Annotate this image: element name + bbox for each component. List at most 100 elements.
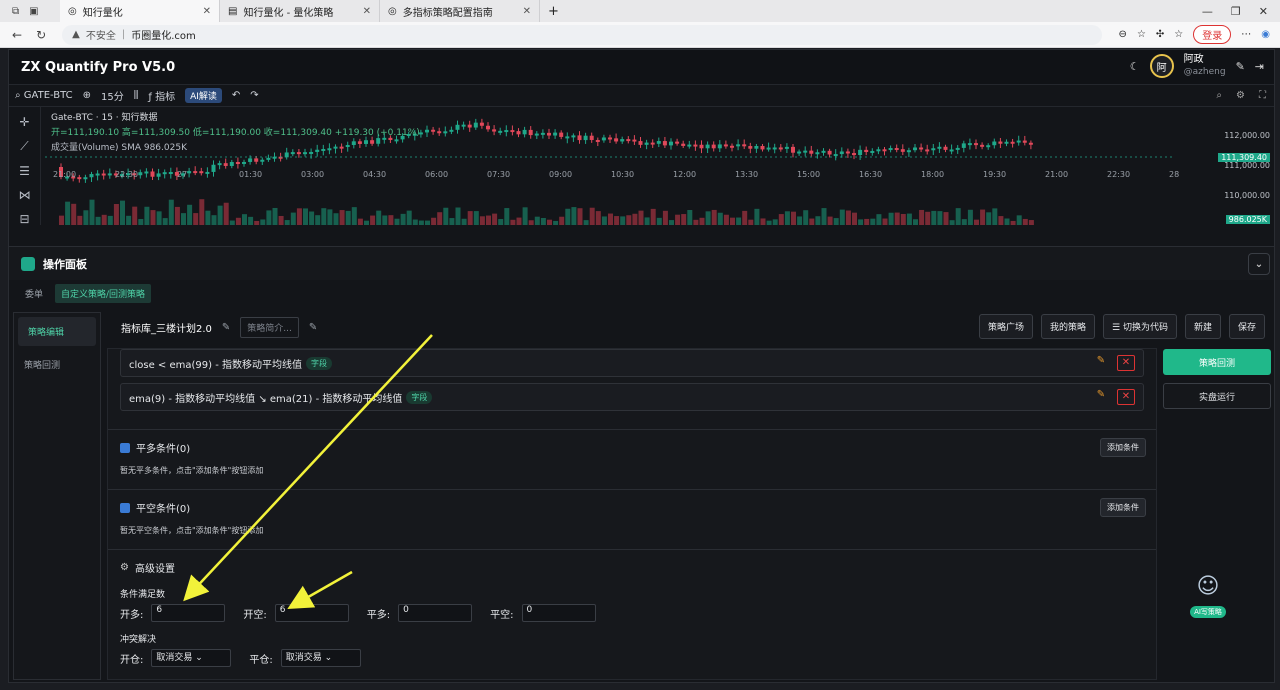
browser-tab-1[interactable]: ◎ 知行量化 ✕ — [60, 0, 220, 22]
close-short-input[interactable]: 0 — [521, 604, 596, 622]
volume-bar — [992, 208, 998, 225]
candle — [839, 151, 844, 155]
globe-icon: ◎ — [388, 5, 397, 17]
close-tab-icon[interactable]: ✕ — [523, 6, 531, 17]
volume-bar — [492, 213, 498, 225]
edit-intro-icon[interactable]: ✎ — [309, 322, 317, 333]
ai-strategy-label: AI写策略 — [1190, 606, 1226, 618]
open-conflict-select[interactable]: 取消交易 ⌄ — [151, 649, 232, 667]
url-field[interactable]: ▲ 不安全 | 币圈量化.com — [62, 24, 1103, 45]
redo-icon[interactable]: ↷ — [250, 90, 258, 101]
open-conflict-label: 开仓: — [120, 654, 144, 666]
edit-name-icon[interactable]: ✎ — [222, 322, 230, 333]
fullscreen-icon[interactable]: ⛶ — [1259, 90, 1266, 101]
more-icon[interactable]: ⋯ — [1241, 29, 1251, 40]
close-long-input[interactable]: 0 — [398, 604, 473, 622]
back-icon[interactable]: ← — [12, 28, 22, 42]
collapse-button[interactable]: ⌄ — [1248, 253, 1270, 275]
ai-strategy-widget[interactable]: ☺ AI写策略 — [1186, 574, 1230, 618]
crosshair-icon[interactable]: ✛ — [19, 115, 29, 129]
interval-select[interactable]: 15分 — [101, 88, 124, 103]
minimize-icon[interactable]: — — [1202, 5, 1213, 18]
extensions-icon[interactable]: ✣ — [1156, 29, 1164, 40]
close-conflict-select[interactable]: 取消交易 ⌄ — [280, 649, 361, 667]
edit-condition-icon[interactable]: ✎ — [1093, 389, 1109, 405]
volume-bar — [187, 204, 193, 225]
candle — [815, 152, 820, 155]
candle — [626, 139, 631, 142]
browser-tab-2[interactable]: ▤ 知行量化 - 量化策略 ✕ — [220, 0, 380, 22]
volume-bar — [595, 211, 601, 225]
delete-condition-icon[interactable]: ✕ — [1117, 389, 1135, 405]
close-tab-icon[interactable]: ✕ — [363, 6, 371, 17]
volume-bar — [784, 211, 790, 225]
condition-row[interactable]: close < ema(99) - 指数移动平均线值 字段 ✎ ✕ — [120, 349, 1144, 377]
candle-type-icon[interactable]: ⫼ — [134, 90, 139, 101]
copilot-icon[interactable]: ◉ — [1261, 29, 1270, 40]
symbol-search[interactable]: ⌕ GATE-BTC — [15, 90, 73, 101]
volume-bar — [443, 207, 449, 225]
candle — [980, 144, 985, 147]
close-window-icon[interactable]: ✕ — [1259, 5, 1268, 18]
candle — [650, 142, 655, 145]
tab-custom-strategy[interactable]: 自定义策略/回测策略 — [55, 283, 152, 303]
new-button[interactable]: 新建 — [1184, 314, 1221, 339]
read-aloud-icon[interactable]: ⊖ — [1119, 29, 1127, 40]
candle — [266, 157, 271, 160]
my-strategies-button[interactable]: 我的策略 — [1041, 314, 1096, 339]
edit-condition-icon[interactable]: ✎ — [1093, 355, 1109, 371]
ai-analysis-button[interactable]: AI解读 — [185, 88, 222, 103]
add-compare-icon[interactable]: ⊕ — [83, 90, 91, 101]
tab-actions-icon[interactable]: ▣ — [29, 6, 38, 17]
candle — [443, 131, 448, 134]
candle — [1004, 141, 1009, 144]
backtest-button[interactable]: 策略回测 — [1163, 349, 1271, 375]
favorite-icon[interactable]: ☆ — [1137, 29, 1146, 40]
reload-icon[interactable]: ↻ — [36, 28, 46, 42]
volume-bar — [309, 211, 315, 225]
candle — [1022, 140, 1027, 143]
theme-toggle-icon[interactable]: ☾ — [1130, 60, 1140, 73]
tab-orders[interactable]: 委单 — [19, 284, 49, 303]
browser-tab-actions[interactable]: ⧉ ▣ — [0, 6, 60, 17]
workspaces-icon[interactable]: ⧉ — [12, 6, 19, 17]
browser-tab-3[interactable]: ◎ 多指标策略配置指南 ✕ — [380, 0, 540, 22]
switch-to-code-button[interactable]: ☰ 切换为代码 — [1103, 314, 1177, 339]
app-header: ZX Quantify Pro V5.0 ☾ 阿 阿政 @azheng ✎ ⇥ — [9, 50, 1274, 85]
restore-icon[interactable]: ❐ — [1231, 5, 1241, 18]
edit-icon[interactable]: ✎ — [1236, 60, 1245, 73]
conditions-scroll[interactable]: close < ema(99) - 指数移动平均线值 字段 ✎ ✕ ema(9)… — [107, 348, 1157, 680]
live-run-button[interactable]: 实盘运行 — [1163, 383, 1271, 409]
add-condition-button[interactable]: 添加条件 — [1100, 438, 1146, 457]
indicator-button[interactable]: ƒ 指标 — [148, 88, 175, 103]
favorites-bar-icon[interactable]: ☆ — [1174, 29, 1183, 40]
zoom-icon[interactable]: ⌕ — [1216, 90, 1222, 101]
measure-icon[interactable]: ⊟ — [19, 212, 29, 226]
new-tab-icon[interactable]: + — [540, 4, 559, 19]
undo-icon[interactable]: ↶ — [232, 90, 240, 101]
open-short-input[interactable]: 6 — [274, 604, 349, 622]
volume-bar — [723, 214, 729, 225]
settings-icon[interactable]: ⚙ — [1236, 90, 1245, 101]
strategy-intro-input[interactable]: 策略简介... — [240, 316, 299, 338]
save-button[interactable]: 保存 — [1228, 314, 1265, 339]
volume-bar — [931, 210, 937, 225]
open-long-input[interactable]: 6 — [151, 604, 226, 622]
nav-strategy-backtest[interactable]: 策略回测 — [14, 350, 100, 379]
delete-condition-icon[interactable]: ✕ — [1117, 355, 1135, 371]
close-tab-icon[interactable]: ✕ — [203, 6, 211, 17]
pattern-icon[interactable]: ⋈ — [19, 188, 31, 202]
code-icon: ☰ — [1112, 323, 1123, 333]
candle — [473, 122, 478, 128]
nav-strategy-edit[interactable]: 策略编辑 — [18, 317, 96, 346]
fib-icon[interactable]: ☰ — [19, 164, 30, 178]
price-chart[interactable]: ✛ ⟋ ☰ ⋈ ⊟ Gate-BTC · 15 · 知行数据 开=111,190… — [9, 107, 1274, 226]
add-condition-button[interactable]: 添加条件 — [1100, 498, 1146, 517]
logout-icon[interactable]: ⇥ — [1255, 60, 1264, 73]
candle — [662, 141, 667, 146]
avatar[interactable]: 阿 — [1149, 54, 1174, 78]
condition-row[interactable]: ema(9) - 指数移动平均线值 ↘ ema(21) - 指数移动平均线值 字… — [120, 383, 1144, 411]
trendline-icon[interactable]: ⟋ — [20, 139, 28, 154]
strategy-square-button[interactable]: 策略广场 — [978, 314, 1033, 339]
login-button[interactable]: 登录 — [1193, 25, 1232, 44]
